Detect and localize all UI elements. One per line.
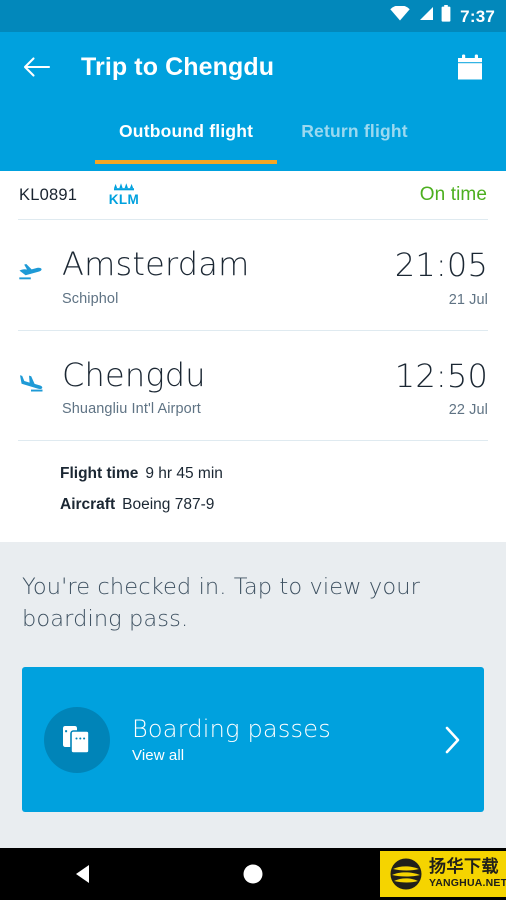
flight-land-icon — [18, 359, 62, 398]
flight-number: KL0891 — [19, 185, 78, 204]
nav-back-button[interactable] — [0, 862, 169, 886]
tab-outbound-flight[interactable]: Outbound flight — [95, 102, 278, 164]
tab-return-flight[interactable]: Return flight — [277, 102, 432, 160]
boarding-passes-title: Boarding passes — [132, 714, 331, 743]
detail-aircraft-value: Boeing 787-9 — [122, 496, 215, 514]
departure-date: 21 Jul — [448, 291, 488, 308]
tab-bar: Outbound flight Return flight — [0, 102, 506, 171]
boarding-passes-card[interactable]: Boarding passes View all — [22, 667, 484, 813]
arrival-airport: Shuangliu Int'l Airport — [62, 401, 201, 418]
battery-icon — [441, 5, 451, 27]
flight-number-row: KL0891 KLM On time — [16, 171, 490, 219]
flight-status-badge: On time — [419, 184, 487, 205]
departure-airport: Schiphol — [62, 290, 119, 307]
watermark-cn-text: 扬华下载 — [429, 857, 499, 878]
detail-flight-time-value: 9 hr 45 min — [145, 465, 223, 483]
boarding-passes-subtitle: View all — [132, 746, 185, 764]
boarding-pass-stack-icon — [44, 706, 110, 773]
back-button[interactable] — [14, 44, 60, 90]
klm-logo: KLM — [103, 183, 145, 207]
svg-text:KLM: KLM — [109, 192, 139, 207]
watermark-globe-icon — [386, 856, 426, 892]
checkin-message[interactable]: You're checked in. Tap to view your boar… — [22, 572, 484, 635]
nav-home-button[interactable] — [169, 862, 338, 886]
page-title: Trip to Chengdu — [81, 52, 275, 81]
departure-time-block: 21:05 21 Jul — [394, 246, 488, 308]
circle-home-icon — [243, 864, 263, 884]
calendar-button[interactable] — [448, 45, 492, 89]
departure-time: 21:05 — [394, 246, 488, 284]
detail-aircraft: Aircraft Boeing 787-9 — [60, 489, 488, 520]
triangle-back-icon — [76, 865, 90, 883]
departure-city: Amsterdam — [62, 245, 250, 283]
system-nav-bar: 扬华下载 YANGHUA.NET — [0, 848, 506, 900]
watermark-en-text: YANGHUA.NET — [429, 877, 506, 890]
watermark-text: 扬华下载 YANGHUA.NET — [429, 859, 506, 889]
detail-aircraft-label: Aircraft — [60, 496, 116, 514]
calendar-icon — [458, 54, 482, 79]
departure-info: Amsterdam Schiphol — [62, 245, 395, 307]
flight-details: Flight time 9 hr 45 min Aircraft Boeing 78… — [16, 441, 490, 542]
arrival-time-block: 12:50 22 Jul — [394, 356, 488, 419]
tab-return-flight-label: Return flight — [301, 120, 408, 141]
wifi-icon — [390, 5, 410, 26]
arrival-time: 12:50 — [394, 356, 488, 395]
app-bar-top-row: Trip to Chengdu — [0, 32, 506, 102]
watermark-badge: 扬华下载 YANGHUA.NET — [380, 851, 506, 897]
checkin-section: You're checked in. Tap to view your boar… — [0, 542, 506, 871]
app-bar: Trip to Chengdu Outbound flight Return f… — [0, 32, 506, 171]
boarding-passes-text: Boarding passes View all — [132, 714, 432, 764]
departure-row: Amsterdam Schiphol 21:05 21 Jul — [16, 220, 490, 330]
arrival-city: Chengdu — [62, 355, 206, 394]
status-bar: 7:37 — [0, 0, 506, 32]
status-bar-clock: 7:37 — [460, 6, 495, 26]
chevron-right-icon[interactable] — [432, 725, 462, 755]
app-screen: 7:37 Trip to Chengdu Outbound flight Ret… — [0, 0, 506, 900]
tab-active-indicator — [95, 160, 278, 164]
detail-flight-time-label: Flight time — [60, 465, 139, 483]
tab-outbound-flight-label: Outbound flight — [119, 120, 254, 141]
flight-card: KL0891 KLM On time Amsterdam Schiphol 21… — [0, 171, 506, 543]
signal-icon — [417, 6, 434, 26]
arrival-row: Chengdu Shuangliu Int'l Airport 12:50 22… — [16, 331, 490, 441]
arrival-date: 22 Jul — [448, 402, 488, 419]
arrival-info: Chengdu Shuangliu Int'l Airport — [62, 355, 395, 418]
flight-takeoff-icon — [18, 248, 62, 287]
detail-flight-time: Flight time 9 hr 45 min — [60, 458, 488, 489]
